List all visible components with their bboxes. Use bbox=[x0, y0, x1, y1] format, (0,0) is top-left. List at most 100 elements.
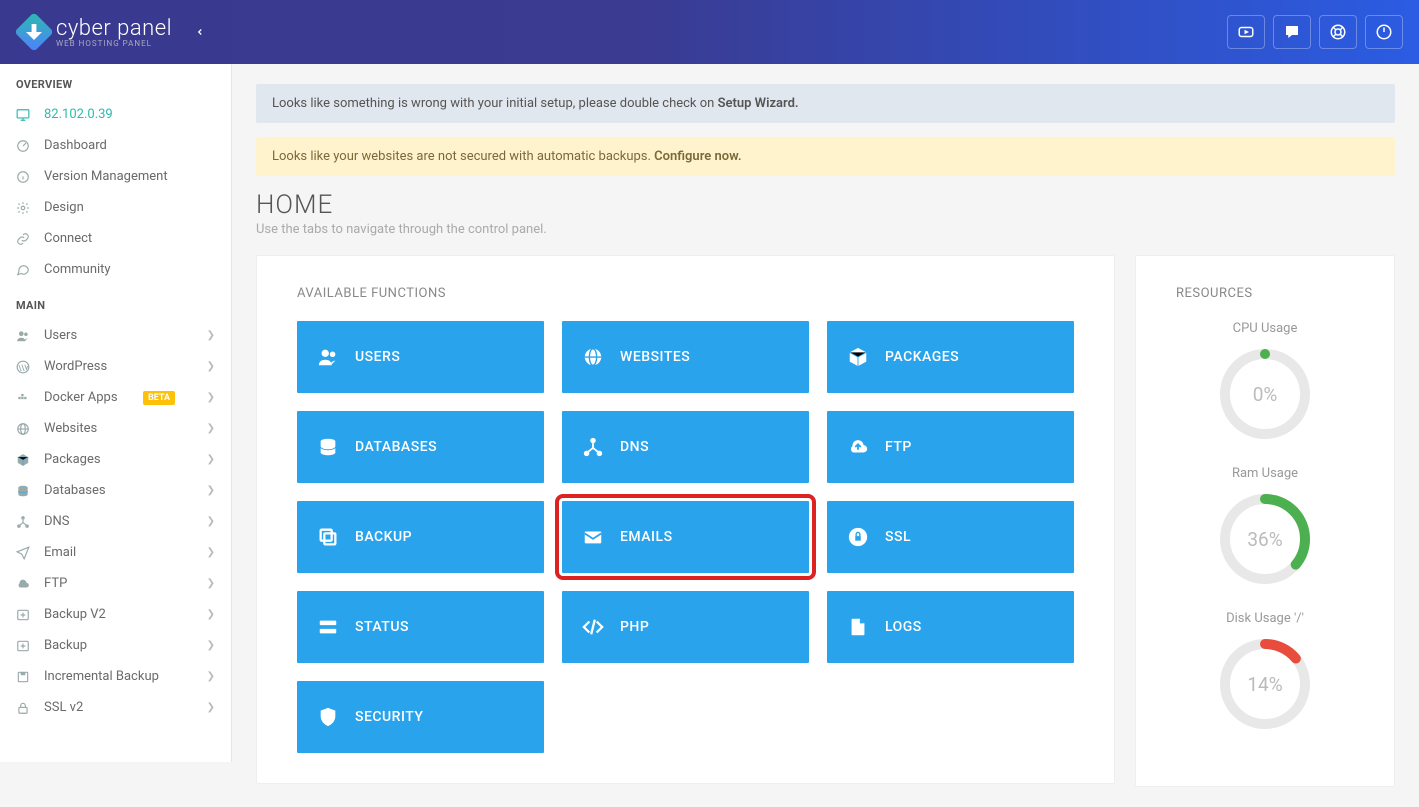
sidebar-collapse-button[interactable] bbox=[188, 20, 212, 44]
ssl-icon bbox=[847, 526, 869, 548]
docker-icon bbox=[16, 391, 32, 405]
status-icon bbox=[317, 616, 339, 638]
sidebar-item-label: WordPress bbox=[44, 359, 107, 374]
sidebar-item-connect[interactable]: Connect bbox=[0, 223, 231, 254]
function-tile-label: BACKUP bbox=[355, 529, 412, 545]
sidebar-item-users[interactable]: Users ❯ bbox=[0, 320, 231, 351]
gear-icon bbox=[16, 201, 32, 215]
sidebar-item-version-management[interactable]: Version Management bbox=[0, 161, 231, 192]
function-tile-backup[interactable]: BACKUP bbox=[297, 501, 544, 573]
sidebar-item-databases[interactable]: Databases❯ bbox=[0, 475, 231, 506]
sidebar-item-backup[interactable]: Backup❯ bbox=[0, 630, 231, 661]
alert-backup-link[interactable]: Configure now. bbox=[654, 149, 741, 164]
sidebar-item-design[interactable]: Design bbox=[0, 192, 231, 223]
chevron-right-icon: ❯ bbox=[207, 640, 215, 651]
function-tile-packages[interactable]: PACKAGES bbox=[827, 321, 1074, 393]
function-tile-status[interactable]: STATUS bbox=[297, 591, 544, 663]
sidebar-item-wordpress[interactable]: WordPress ❯ bbox=[0, 351, 231, 382]
function-tile-users[interactable]: USERS bbox=[297, 321, 544, 393]
sidebar-item-label: Dashboard bbox=[44, 138, 107, 153]
gauge-value: 0% bbox=[1217, 346, 1313, 442]
chat-button[interactable] bbox=[1273, 15, 1311, 49]
sidebar-item-label: Users bbox=[44, 328, 77, 343]
topbar-actions bbox=[1227, 15, 1419, 49]
power-button[interactable] bbox=[1365, 15, 1403, 49]
sidebar: OVERVIEW82.102.0.39DashboardVersion Mana… bbox=[0, 64, 232, 762]
gauge: 0% bbox=[1217, 346, 1313, 442]
function-tile-ssl[interactable]: SSL bbox=[827, 501, 1074, 573]
dns-icon bbox=[582, 436, 604, 458]
users-icon bbox=[317, 346, 339, 368]
sidebar-item-label: Databases bbox=[44, 483, 106, 498]
resource-cpu-usage: CPU Usage 0% bbox=[1176, 321, 1354, 442]
wordpress-icon bbox=[16, 360, 32, 374]
function-tile-label: USERS bbox=[355, 349, 400, 365]
sidebar-item-ftp[interactable]: FTP❯ bbox=[0, 568, 231, 599]
function-tile-label: EMAILS bbox=[620, 529, 673, 545]
sidebar-item-backup-v2[interactable]: Backup V2❯ bbox=[0, 599, 231, 630]
function-tile-php[interactable]: PHP bbox=[562, 591, 809, 663]
chevron-right-icon: ❯ bbox=[207, 361, 215, 372]
shield-icon bbox=[317, 706, 339, 728]
function-tile-ftp[interactable]: FTP bbox=[827, 411, 1074, 483]
help-button[interactable] bbox=[1319, 15, 1357, 49]
chevron-right-icon: ❯ bbox=[207, 330, 215, 341]
function-tile-emails[interactable]: EMAILS bbox=[562, 501, 809, 573]
send-icon bbox=[16, 546, 32, 560]
function-tile-label: DNS bbox=[620, 439, 649, 455]
sidebar-item-dns[interactable]: DNS❯ bbox=[0, 506, 231, 537]
resource-label: CPU Usage bbox=[1176, 321, 1354, 336]
functions-panel: AVAILABLE FUNCTIONS USERSWEBSITESPACKAGE… bbox=[256, 255, 1115, 784]
sidebar-item-label: DNS bbox=[44, 514, 70, 529]
sidebar-item-82-102-0-39[interactable]: 82.102.0.39 bbox=[0, 99, 231, 130]
dashboard-icon bbox=[16, 139, 32, 153]
packages-icon bbox=[16, 453, 32, 467]
gauge: 36% bbox=[1217, 491, 1313, 587]
save-icon bbox=[16, 670, 32, 684]
lock-icon bbox=[16, 701, 32, 715]
chevron-right-icon: ❯ bbox=[207, 671, 215, 682]
dns-icon bbox=[16, 515, 32, 529]
database-icon bbox=[317, 436, 339, 458]
cloud-icon bbox=[847, 436, 869, 458]
sidebar-item-label: FTP bbox=[44, 576, 67, 591]
comments-icon bbox=[16, 263, 32, 277]
sidebar-item-label: Community bbox=[44, 262, 111, 277]
sidebar-item-docker-apps[interactable]: Docker AppsBETA❯ bbox=[0, 382, 231, 413]
function-tile-websites[interactable]: WEBSITES bbox=[562, 321, 809, 393]
sidebar-item-label: SSL v2 bbox=[44, 700, 83, 715]
main-content: Looks like something is wrong with your … bbox=[232, 64, 1419, 807]
sidebar-item-label: Design bbox=[44, 200, 84, 215]
info-icon bbox=[16, 170, 32, 184]
packages-icon bbox=[847, 346, 869, 368]
youtube-button[interactable] bbox=[1227, 15, 1265, 49]
gauge: 14% bbox=[1217, 636, 1313, 732]
chevron-right-icon: ❯ bbox=[207, 454, 215, 465]
sidebar-item-incremental-backup[interactable]: Incremental Backup ❯ bbox=[0, 661, 231, 692]
function-tile-label: DATABASES bbox=[355, 439, 437, 455]
function-tile-logs[interactable]: LOGS bbox=[827, 591, 1074, 663]
resources-panel: RESOURCES CPU Usage 0% Ram Usage 36% Dis… bbox=[1135, 255, 1395, 787]
page-subtitle: Use the tabs to navigate through the con… bbox=[256, 222, 1395, 237]
resource-disk-usage-: Disk Usage '/' 14% bbox=[1176, 611, 1354, 732]
function-tile-label: PACKAGES bbox=[885, 349, 959, 365]
file-icon bbox=[847, 616, 869, 638]
alert-setup-link[interactable]: Setup Wizard. bbox=[718, 96, 799, 111]
chevron-right-icon: ❯ bbox=[207, 392, 215, 403]
sidebar-item-websites[interactable]: Websites❯ bbox=[0, 413, 231, 444]
sidebar-item-packages[interactable]: Packages❯ bbox=[0, 444, 231, 475]
brand-name: cyber panel bbox=[56, 16, 172, 41]
function-tile-databases[interactable]: DATABASES bbox=[297, 411, 544, 483]
database-icon bbox=[16, 484, 32, 498]
sidebar-item-email[interactable]: Email❯ bbox=[0, 537, 231, 568]
function-tile-dns[interactable]: DNS bbox=[562, 411, 809, 483]
sidebar-item-community[interactable]: Community bbox=[0, 254, 231, 285]
sidebar-item-dashboard[interactable]: Dashboard bbox=[0, 130, 231, 161]
brand-header: cyber panel WEB HOSTING PANEL bbox=[0, 0, 232, 64]
alert-backup-text: Looks like your websites are not secured… bbox=[272, 149, 654, 164]
sidebar-item-ssl-v2[interactable]: SSL v2❯ bbox=[0, 692, 231, 723]
alert-setup: Looks like something is wrong with your … bbox=[256, 84, 1395, 123]
function-tile-security[interactable]: SECURITY bbox=[297, 681, 544, 753]
sidebar-item-label: Incremental Backup bbox=[44, 669, 159, 684]
monitor-icon bbox=[16, 108, 32, 122]
